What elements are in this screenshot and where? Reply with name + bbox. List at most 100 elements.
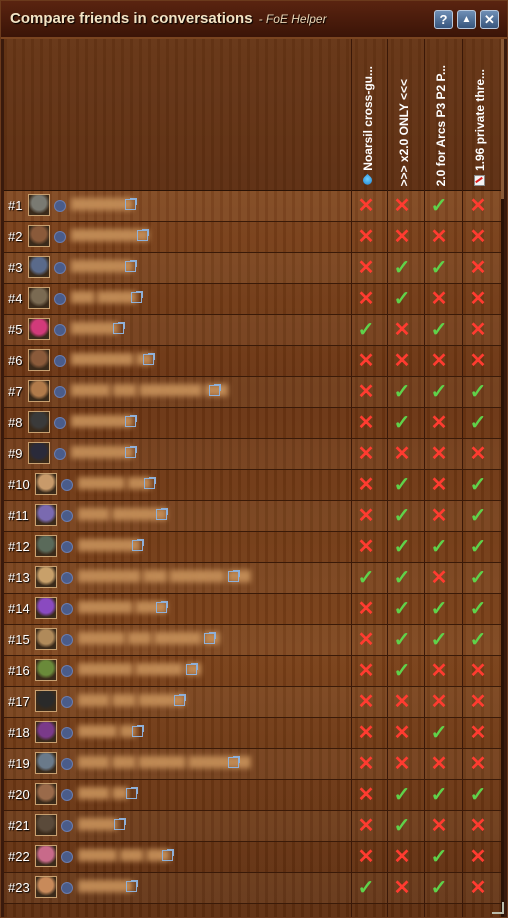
external-link-icon[interactable] <box>126 787 138 799</box>
avatar <box>28 256 50 278</box>
player-name: █████ ███ ████████ ███ <box>71 384 229 396</box>
scrollbar-thumb[interactable] <box>501 39 504 199</box>
external-link-icon[interactable] <box>125 415 137 427</box>
column-header-2[interactable]: >>> x2.0 ONLY <<< <box>393 44 421 186</box>
rank-label: #14 <box>8 601 30 616</box>
guild-status-icon <box>54 293 66 305</box>
check-icon: ✓ <box>469 536 487 558</box>
scrollbar[interactable] <box>501 39 504 917</box>
table-row[interactable]: #7 █████ ███ ████████ ███ ✕ ✓ ✓ ✓ <box>4 377 501 408</box>
external-link-icon[interactable] <box>143 353 155 365</box>
avatar <box>35 690 57 712</box>
cross-icon: ✕ <box>469 815 487 837</box>
table-row[interactable]: #6 ████████ ██ ✕ ✕ ✕ ✕ <box>4 346 501 377</box>
help-button[interactable]: ? <box>434 10 453 29</box>
player-name: ████ ███ ██████ ████████ <box>78 756 251 768</box>
cross-icon: ✕ <box>393 195 411 217</box>
external-link-icon[interactable] <box>156 508 168 520</box>
cross-icon: ✕ <box>357 629 375 651</box>
table-row[interactable]: #11 ████ ███████ ✕ ✓ ✕ ✓ <box>4 501 501 532</box>
check-icon: ✓ <box>430 536 448 558</box>
external-link-icon[interactable] <box>114 818 126 830</box>
chart-icon <box>474 175 486 186</box>
table-row[interactable]: #20 ████ ██ ✕ ✓ ✓ ✓ <box>4 780 501 811</box>
table-row[interactable]: #5 ██████ ✓ ✕ ✓ ✕ <box>4 315 501 346</box>
external-link-icon[interactable] <box>137 229 149 241</box>
table-row[interactable]: #4 ███ █████ ✕ ✓ ✕ ✕ <box>4 284 501 315</box>
cross-icon: ✕ <box>357 257 375 279</box>
guild-status-icon <box>61 789 73 801</box>
rank-label: #2 <box>8 229 23 244</box>
comparison-table[interactable]: Noarsil cross-gu... >>> x2.0 ONLY <<< 2.0 … <box>4 39 504 917</box>
external-link-icon[interactable] <box>209 384 221 396</box>
rank-label: #6 <box>8 353 23 368</box>
table-row[interactable]: #10 ██████ ███ ✕ ✓ ✕ ✓ <box>4 470 501 501</box>
avatar <box>35 473 57 495</box>
guild-status-icon <box>54 448 66 460</box>
table-row[interactable]: #3 ████████ ✕ ✓ ✓ ✕ <box>4 253 501 284</box>
table-row[interactable]: #22 █████ ███ ███ ✕ ✕ ✓ ✕ <box>4 842 501 873</box>
guild-status-icon <box>54 324 66 336</box>
cross-icon: ✕ <box>469 846 487 868</box>
rank-label: #17 <box>8 694 30 709</box>
check-icon: ✓ <box>430 629 448 651</box>
resize-handle[interactable] <box>492 902 504 914</box>
check-icon: ✓ <box>469 505 487 527</box>
external-link-icon[interactable] <box>174 694 186 706</box>
table-row[interactable]: #9 ████████ ✕ ✕ ✕ ✕ <box>4 439 501 470</box>
external-link-icon[interactable] <box>125 446 137 458</box>
avatar <box>28 411 50 433</box>
avatar <box>35 752 57 774</box>
external-link-icon[interactable] <box>162 849 174 861</box>
cross-icon: ✕ <box>393 846 411 868</box>
cross-icon: ✕ <box>430 226 448 248</box>
external-link-icon[interactable] <box>132 725 144 737</box>
table-row[interactable]: #23 ███████ ✓ ✕ ✓ ✕ <box>4 873 501 904</box>
external-link-icon[interactable] <box>228 570 240 582</box>
table-row[interactable]: #14 ███████ ████ ✕ ✓ ✓ ✓ <box>4 594 501 625</box>
check-icon: ✓ <box>393 598 411 620</box>
table-row[interactable]: #21 █████ ✕ ✓ ✕ ✕ <box>4 811 501 842</box>
cross-icon: ✕ <box>469 877 487 899</box>
external-link-icon[interactable] <box>228 756 240 768</box>
external-link-icon[interactable] <box>132 539 144 551</box>
table-row[interactable]: #1 ████████ ✕ ✕ ✓ ✕ <box>4 191 501 222</box>
table-row[interactable]: #2 ██████████ ✕ ✕ ✕ ✕ <box>4 222 501 253</box>
rank-label: #13 <box>8 570 30 585</box>
column-header-4[interactable]: 1.96 private thre... <box>469 44 497 186</box>
column-header-text: Noarsil cross-gu... <box>361 66 375 171</box>
external-link-icon[interactable] <box>125 260 137 272</box>
table-row[interactable]: #13 ████████ ███ ███████ ███ ✓ ✓ ✕ ✓ <box>4 563 501 594</box>
check-icon: ✓ <box>469 412 487 434</box>
column-header-3[interactable]: 2.0 for Arcs P3 P2 P... <box>430 44 458 186</box>
player-name: ██████ ███ <box>78 477 152 489</box>
guild-status-icon <box>54 231 66 243</box>
table-row[interactable]: #16 ███████ ██████ ██ ✕ ✓ ✕ ✕ <box>4 656 501 687</box>
title-bar[interactable]: Compare friends in conversations - FoE He… <box>1 1 507 39</box>
table-row[interactable]: #17 ████ ███ ██████ ✕ ✕ ✕ ✕ <box>4 687 501 718</box>
table-row[interactable]: #18 █████ ██ ✕ ✕ ✓ ✕ <box>4 718 501 749</box>
avatar <box>28 194 50 216</box>
avatar <box>35 566 57 588</box>
external-link-icon[interactable] <box>126 880 138 892</box>
minimize-button[interactable]: ▲ <box>457 10 476 29</box>
external-link-icon[interactable] <box>125 198 137 210</box>
guild-status-icon <box>61 820 73 832</box>
table-row[interactable]: #19 ████ ███ ██████ ████████ ✕ ✕ ✕ ✕ <box>4 749 501 780</box>
external-link-icon[interactable] <box>144 477 156 489</box>
table-row[interactable]: #15 ██████ ███ ██████ ██ ✕ ✓ ✓ ✓ <box>4 625 501 656</box>
cross-icon: ✕ <box>357 722 375 744</box>
cross-icon: ✕ <box>430 815 448 837</box>
table-row[interactable]: #8 ████████ ✕ ✓ ✕ ✓ <box>4 408 501 439</box>
external-link-icon[interactable] <box>204 632 216 644</box>
table-row[interactable]: #12 ████████ ✕ ✓ ✓ ✓ <box>4 532 501 563</box>
column-header-1[interactable]: Noarsil cross-gu... <box>357 44 385 186</box>
external-link-icon[interactable] <box>156 601 168 613</box>
player-name: ████████ <box>71 446 134 458</box>
column-header-text: 1.96 private thre... <box>473 68 487 171</box>
player-name: ████ ███████ <box>78 508 167 520</box>
external-link-icon[interactable] <box>113 322 125 334</box>
close-button[interactable]: ✕ <box>480 10 499 29</box>
external-link-icon[interactable] <box>186 663 198 675</box>
external-link-icon[interactable] <box>131 291 143 303</box>
